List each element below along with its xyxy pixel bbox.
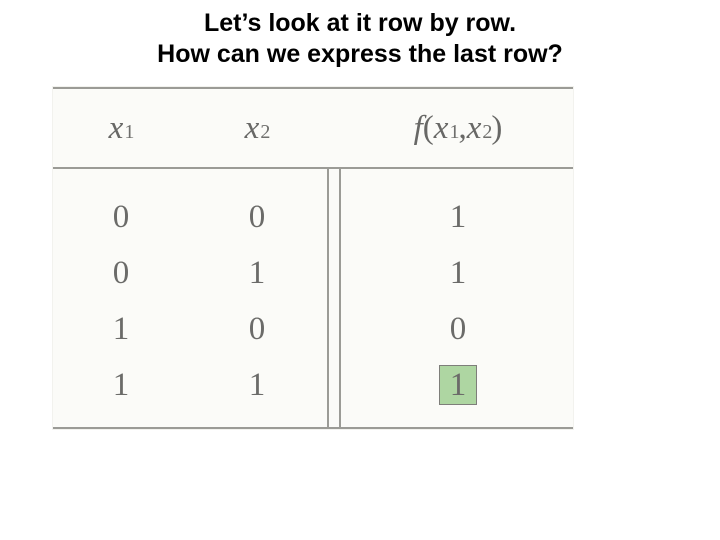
- vertical-rule: [327, 169, 341, 427]
- cell-f-value: 1: [450, 367, 467, 404]
- table-body-wrapper: 0 0 0 1 1 0 1 1: [53, 169, 573, 427]
- header-x2: x2: [189, 110, 325, 147]
- title-line-1: Let’s look at it row by row.: [204, 9, 516, 37]
- cell-f: 1: [343, 245, 573, 301]
- header-x1-sub: 1: [124, 121, 134, 144]
- cell-x2: 1: [189, 245, 325, 301]
- header-f-arg1-var: x: [434, 110, 449, 147]
- cell-x1: 1: [53, 301, 189, 357]
- rule-bottom: [53, 427, 573, 429]
- header-x2-sub: 2: [260, 121, 270, 144]
- header-f-close: ): [491, 110, 502, 147]
- header-x1: x1: [53, 110, 189, 147]
- cell-x2: 0: [189, 189, 325, 245]
- header-f-arg1-sub: 1: [449, 121, 459, 144]
- table-header: x1 x2 f(x1, x2): [53, 89, 573, 167]
- cell-x1: 0: [53, 189, 189, 245]
- table-row: 0 1: [53, 245, 325, 301]
- table-row: 1: [343, 357, 573, 413]
- title-line-2: How can we express the last row?: [157, 40, 563, 68]
- table-row: 1 0: [53, 301, 325, 357]
- cell-f: 1: [343, 189, 573, 245]
- slide: Let’s look at it row by row. How can we …: [0, 0, 720, 540]
- header-f-comma: ,: [458, 110, 466, 147]
- header-f-arg2-var: x: [467, 110, 482, 147]
- cell-x1: 1: [53, 357, 189, 413]
- table-row: 1: [343, 189, 573, 245]
- header-f-name: f: [414, 110, 423, 147]
- slide-title: Let’s look at it row by row. How can we …: [0, 0, 720, 71]
- table-row: 0: [343, 301, 573, 357]
- header-f: f(x1, x2): [343, 110, 573, 147]
- table-row: 1 1: [53, 357, 325, 413]
- cell-f: 0: [343, 301, 573, 357]
- cell-x2: 0: [189, 301, 325, 357]
- cell-x2: 1: [189, 357, 325, 413]
- truth-table: x1 x2 f(x1, x2) 0 0 0: [52, 86, 574, 430]
- cell-f-highlighted: 1: [343, 357, 573, 413]
- highlight-box: 1: [439, 365, 477, 405]
- header-x1-var: x: [109, 110, 124, 147]
- header-f-open: (: [423, 110, 434, 147]
- header-x2-var: x: [245, 110, 260, 147]
- table-row: 0 0: [53, 189, 325, 245]
- table-row: 1: [343, 245, 573, 301]
- header-f-arg2-sub: 2: [482, 121, 492, 144]
- cell-x1: 0: [53, 245, 189, 301]
